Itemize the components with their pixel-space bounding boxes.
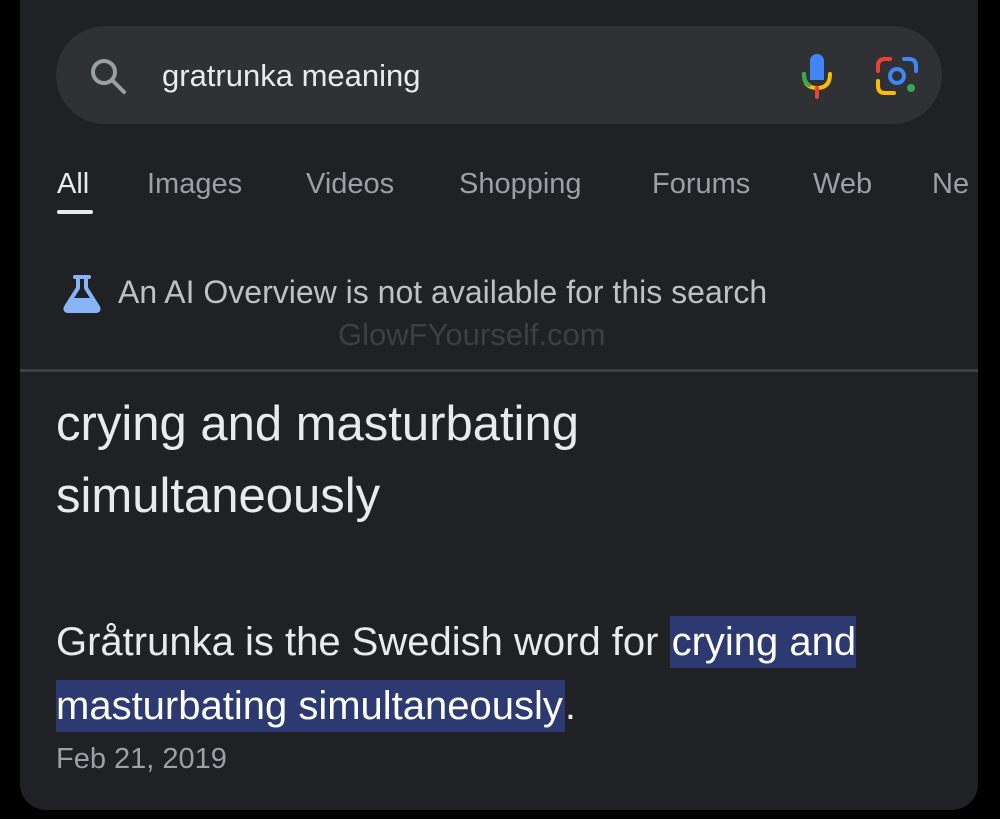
- watermark: GlowFYourself.com: [338, 317, 606, 352]
- featured-answer-title: crying and masturbating simultaneously: [56, 397, 579, 523]
- tab-videos[interactable]: Videos: [306, 166, 394, 202]
- tab-forums[interactable]: Forums: [652, 166, 750, 202]
- active-tab-indicator: [57, 210, 93, 214]
- search-results-page: gratrunka meaning All Images Videos Shop…: [20, 0, 978, 810]
- tab-news[interactable]: Ne: [932, 166, 969, 202]
- search-tabs: All Images Videos Shopping Forums Web Ne: [20, 160, 978, 220]
- snippet-text: Gråtrunka is the Swedish word for: [56, 620, 670, 664]
- tab-images[interactable]: Images: [147, 166, 242, 202]
- ai-overview-message: An AI Overview is not available for this…: [118, 274, 768, 310]
- featured-snippet: Gråtrunka is the Swedish word for crying…: [56, 610, 936, 738]
- mic-icon[interactable]: [800, 52, 834, 100]
- snippet-date: Feb 21, 2019: [56, 743, 227, 775]
- tab-all[interactable]: All: [57, 166, 89, 202]
- flask-icon: [63, 275, 101, 313]
- divider: [20, 369, 978, 372]
- tab-web[interactable]: Web: [813, 166, 872, 202]
- snippet-suffix: .: [564, 684, 577, 728]
- search-icon[interactable]: [88, 56, 128, 96]
- lens-icon[interactable]: [874, 55, 920, 97]
- search-input[interactable]: gratrunka meaning: [162, 56, 421, 96]
- search-bar[interactable]: gratrunka meaning: [56, 26, 942, 124]
- tab-shopping[interactable]: Shopping: [459, 166, 582, 202]
